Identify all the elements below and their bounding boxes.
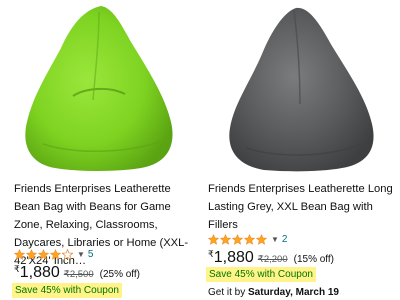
delivery-info-2: Get it by Saturday, March 19	[208, 287, 339, 298]
review-count-1[interactable]: 5	[88, 249, 94, 260]
product-card-1[interactable]: Friends Enterprises Leatherette Bean Bag…	[0, 0, 196, 300]
star-full-icon	[244, 233, 255, 245]
delivery-prefix: Get it by	[208, 287, 249, 298]
star-full-icon	[220, 233, 231, 245]
product-image-1[interactable]	[0, 0, 196, 172]
star-full-icon	[14, 248, 25, 260]
currency-symbol: ₹	[14, 264, 20, 274]
delivery-date: Saturday, March 19	[248, 287, 339, 298]
star-empty-icon	[62, 248, 73, 260]
star-full-icon	[256, 233, 267, 245]
price-2: 1,880	[213, 249, 254, 266]
product-title-2[interactable]: Friends Enterprises Leatherette Long Las…	[208, 180, 398, 234]
mrp-2: ₹2,200	[257, 254, 288, 265]
discount-1: (25% off)	[99, 269, 140, 280]
lime-green-bean-bag-image	[25, 6, 173, 171]
star-full-icon	[26, 248, 37, 260]
star-full-icon	[38, 248, 49, 260]
coupon-badge-1: Save 45% with Coupon	[12, 283, 122, 298]
star-rating-2	[208, 233, 267, 245]
discount-2: (15% off)	[293, 254, 334, 265]
product-image-2[interactable]	[202, 0, 400, 172]
price-1: 1,880	[19, 264, 60, 281]
star-full-icon	[232, 233, 243, 245]
star-full-icon	[208, 233, 219, 245]
currency-symbol: ₹	[208, 249, 214, 259]
product-card-2[interactable]: Friends Enterprises Leatherette Long Las…	[202, 0, 400, 300]
grey-bean-bag-image	[229, 7, 374, 172]
chevron-down-icon[interactable]: ▼	[271, 235, 279, 244]
price-row-2: ₹ 1,880 ₹2,200 (15% off)	[208, 249, 334, 267]
star-full-icon	[50, 248, 61, 260]
coupon-badge-2: Save 45% with Coupon	[206, 267, 316, 282]
rating-1[interactable]: ▼ 5	[14, 247, 93, 261]
rating-2[interactable]: ▼ 2	[208, 232, 287, 246]
mrp-1: ₹2,500	[63, 269, 94, 280]
review-count-2[interactable]: 2	[282, 234, 288, 245]
price-row-1: ₹ 1,880 ₹2,500 (25% off)	[14, 264, 140, 282]
star-rating-1	[14, 248, 73, 260]
chevron-down-icon[interactable]: ▼	[77, 250, 85, 259]
